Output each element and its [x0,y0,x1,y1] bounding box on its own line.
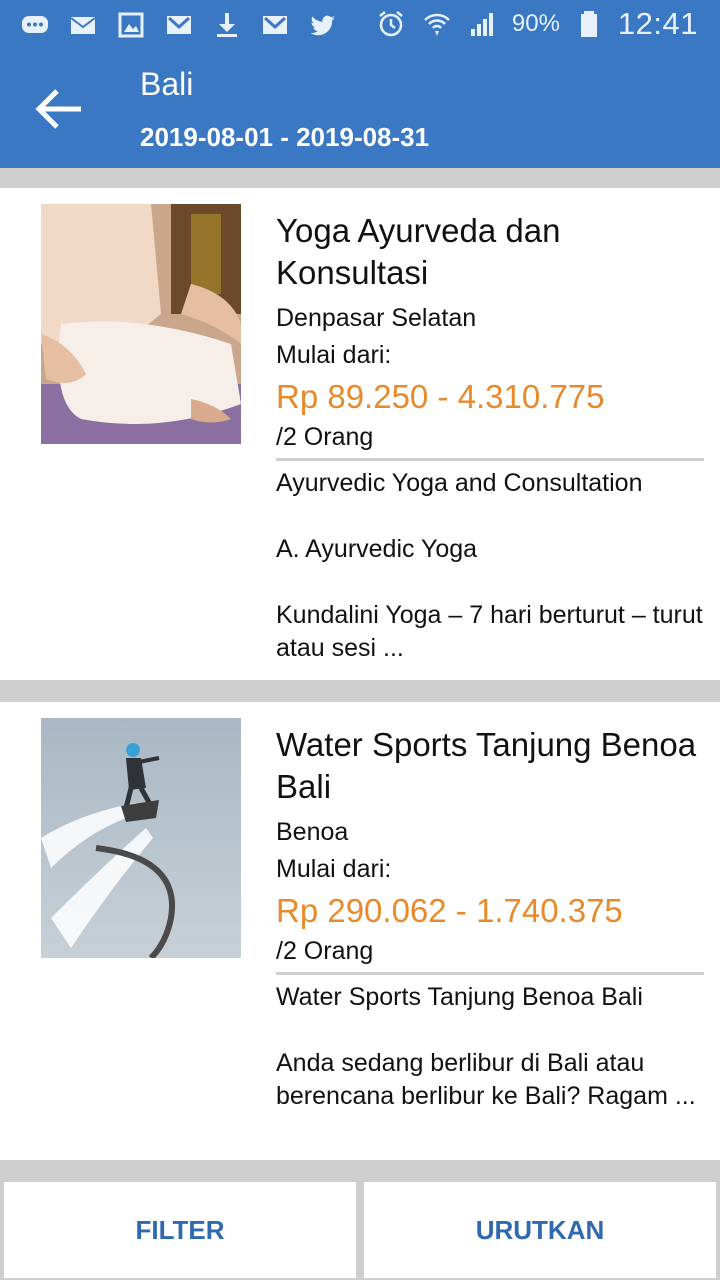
price-label: Mulai dari: [276,855,392,883]
price-unit: /2 Orang [276,423,374,451]
mail-icon [66,8,100,42]
messages-icon [18,8,52,42]
divider [276,458,704,461]
price-label: Mulai dari: [276,341,392,369]
price-unit: /2 Orang [276,937,374,965]
system-icons: 90% 12:41 [374,6,698,42]
gmail-icon [258,8,292,42]
alarm-icon [374,7,408,41]
listing-price: Rp 290.062 - 1.740.375 [276,892,623,929]
twitter-icon [306,8,340,42]
listing-title[interactable]: Yoga Ayurveda dan Konsultasi [276,210,704,294]
signal-icon [466,7,500,41]
arrow-left-icon [35,89,81,129]
listing-card[interactable]: Water Sports Tanjung Benoa Bali Benoa Mu… [0,702,720,1160]
listing-description: Ayurvedic Yoga and Consultation A. Ayurv… [276,469,703,662]
wifi-icon [420,7,454,41]
listing-card[interactable]: Yoga Ayurveda dan Konsultasi Denpasar Se… [0,188,720,680]
gmail-icon [162,8,196,42]
divider [276,972,704,975]
clock: 12:41 [617,6,698,41]
back-button[interactable] [28,78,90,140]
listing-price: Rp 89.250 - 4.310.775 [276,378,605,415]
status-bar: 90% 12:41 [0,0,720,50]
page-title: Bali [140,66,194,102]
notification-icons [18,8,340,42]
date-range: 2019-08-01 - 2019-08-31 [140,122,430,152]
download-icon [210,8,244,42]
gallery-icon [114,8,148,42]
listing-info: Water Sports Tanjung Benoa Bali Benoa Mu… [276,724,704,1113]
listing-description: Water Sports Tanjung Benoa Bali Anda sed… [276,983,696,1110]
bottom-action-bar: FILTER URUTKAN [0,1180,720,1280]
app-header: 90% 12:41 Bali 2019-08-01 - 2019-08-31 [0,0,720,168]
sort-button[interactable]: URUTKAN [362,1180,718,1280]
listing-info: Yoga Ayurveda dan Konsultasi Denpasar Se… [276,210,704,665]
listing-thumbnail[interactable] [41,204,241,444]
filter-button[interactable]: FILTER [2,1180,358,1280]
listing-location: Denpasar Selatan [276,304,477,332]
battery-icon [572,7,606,41]
battery-percent: 90% [511,10,560,37]
listing-location: Benoa [276,818,349,846]
listing-thumbnail[interactable] [41,718,241,958]
listing-title[interactable]: Water Sports Tanjung Benoa Bali [276,724,704,808]
